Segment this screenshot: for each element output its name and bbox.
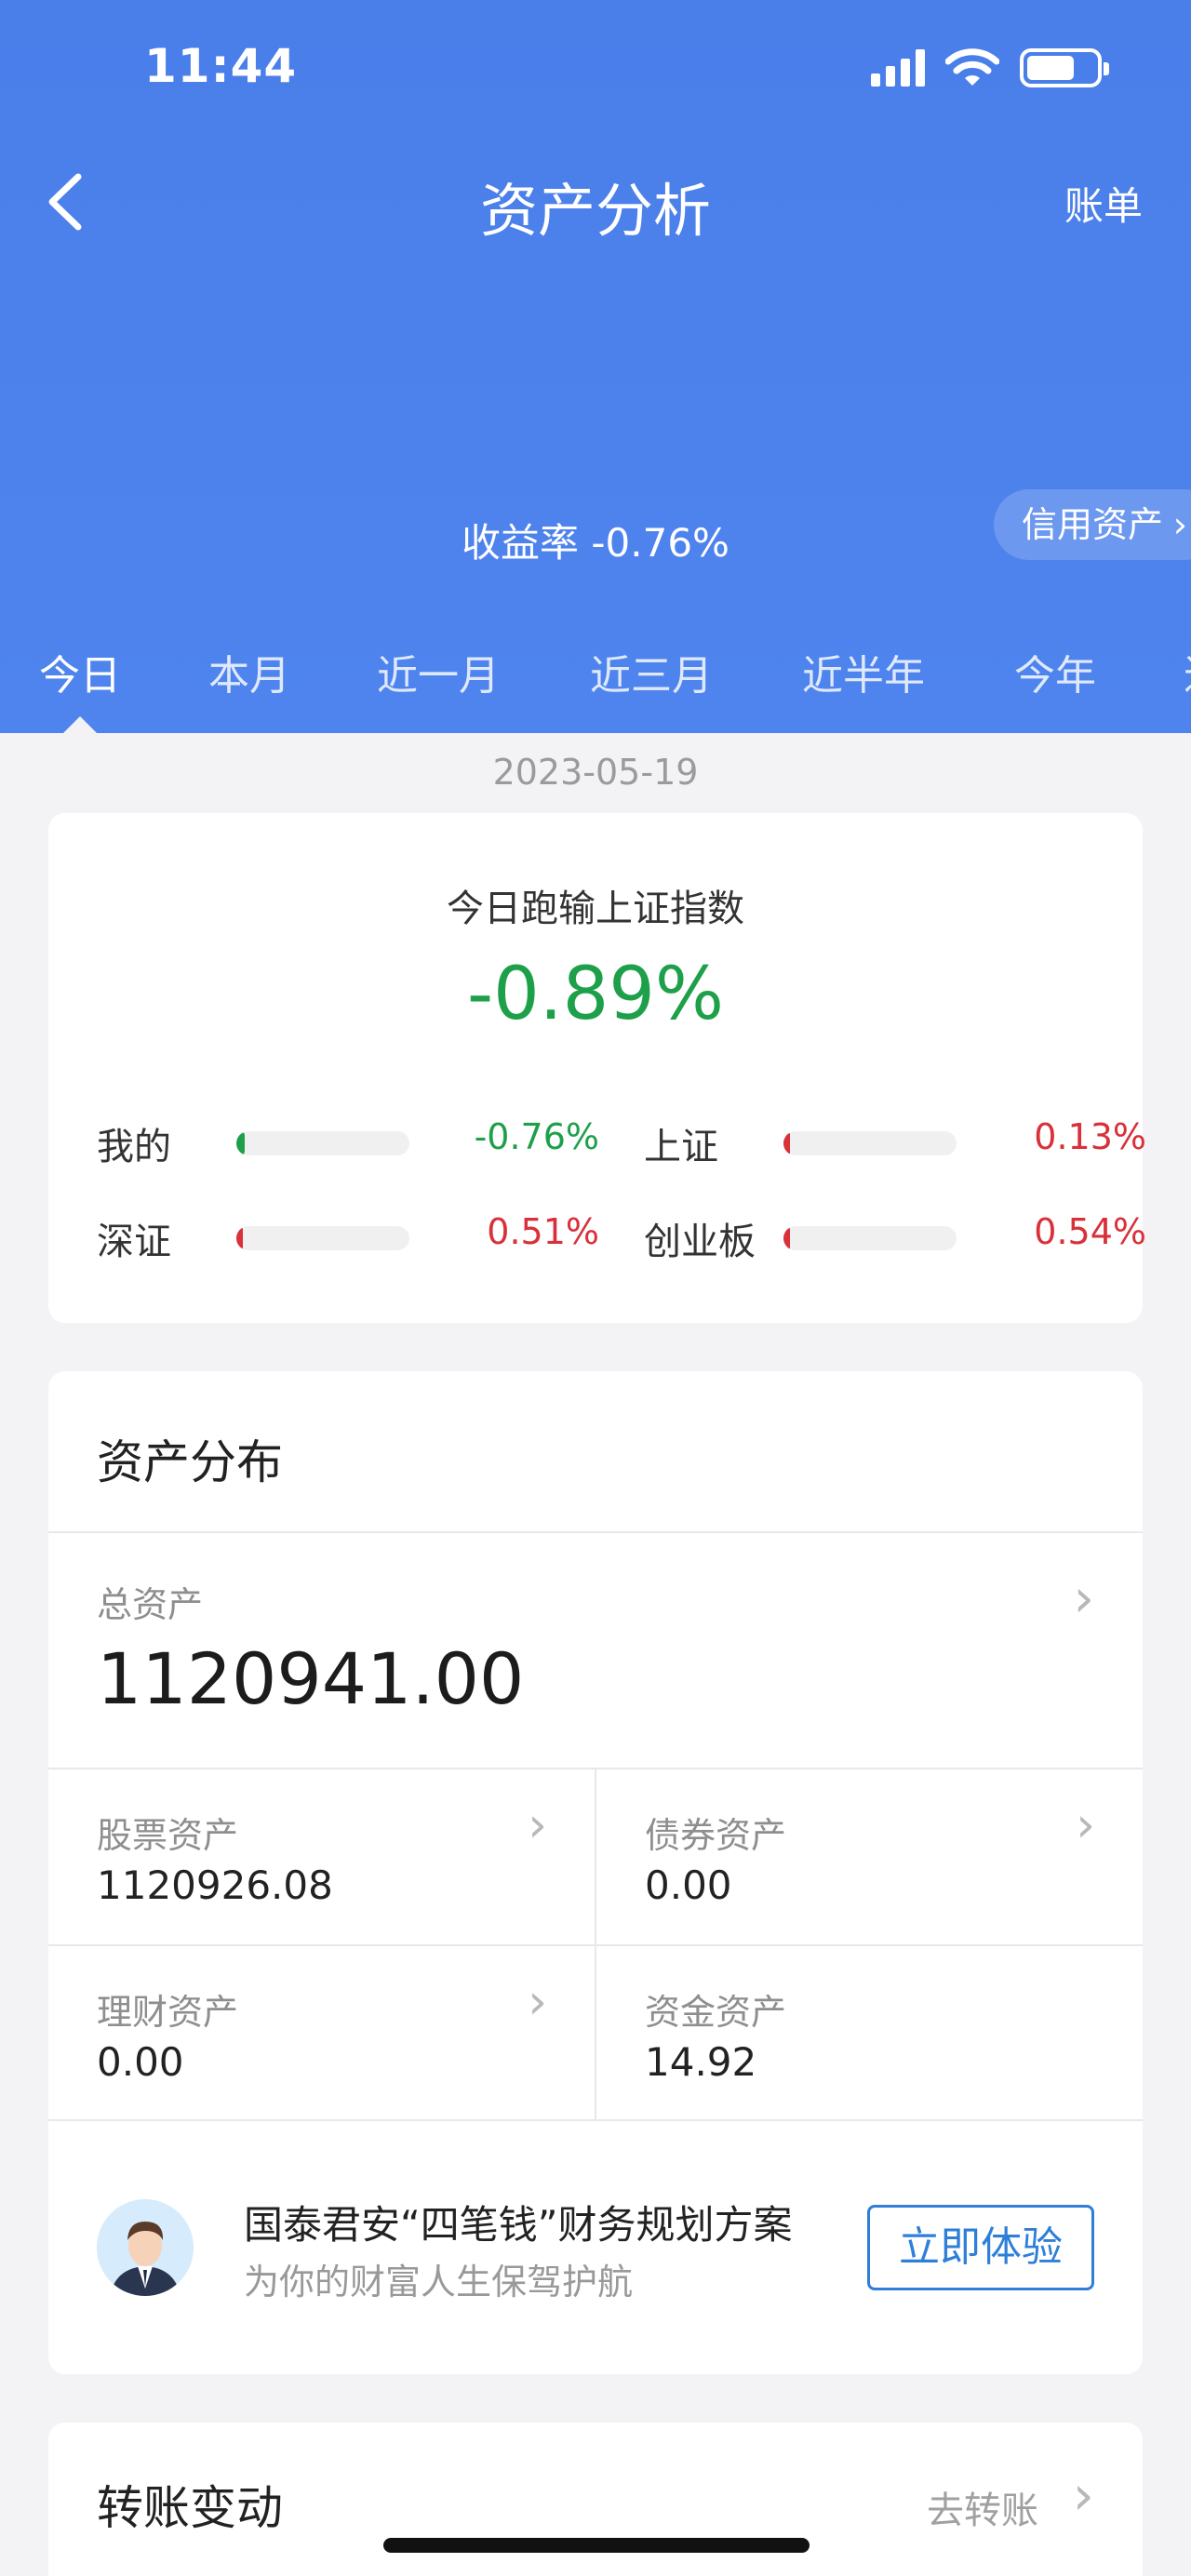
- transfer-changes-title: 转账变动: [97, 2481, 283, 2535]
- promo-title: 国泰君安“四笔钱”财务规划方案: [244, 2202, 793, 2248]
- tab-more-partial[interactable]: 近: [1184, 642, 1191, 701]
- divider-vertical: [595, 1769, 596, 2119]
- advisor-avatar: [97, 2199, 194, 2296]
- bond-assets-value: 0.00: [645, 1862, 732, 1908]
- stock-assets-value: 1120926.08: [97, 1862, 333, 1908]
- cash-assets-value: 14.92: [645, 2039, 757, 2085]
- chevron-right-icon: ›: [1076, 1797, 1095, 1853]
- index-row-chinext: 创业板 0.54%: [644, 1211, 1146, 1263]
- battery-icon: [1020, 48, 1109, 87]
- stock-assets-label: 股票资产: [97, 1815, 239, 1856]
- tab-last-half-year[interactable]: 近半年: [802, 642, 925, 701]
- comparison-title: 今日跑输上证指数: [447, 888, 744, 930]
- home-indicator: [383, 2538, 810, 2553]
- index-bar: [783, 1226, 957, 1250]
- go-transfer-link[interactable]: 去转账: [927, 2480, 1038, 2534]
- index-row-shenzhen: 深证 0.51%: [97, 1211, 599, 1263]
- tab-last-three-months[interactable]: 近三月: [590, 642, 713, 701]
- wealth-mgmt-assets-value: 0.00: [97, 2039, 184, 2085]
- promo-subtitle: 为你的财富人生保驾护航: [244, 2262, 634, 2302]
- cellular-signal-icon: [871, 49, 925, 87]
- index-value: 0.51%: [487, 1211, 599, 1252]
- index-value: -0.76%: [474, 1116, 599, 1157]
- index-label: 深证: [97, 1221, 171, 1263]
- stock-assets-cell[interactable]: 股票资产 1120926.08 ›: [48, 1769, 596, 1944]
- credit-assets-label: 信用资产: [1021, 504, 1163, 545]
- index-comparison-card: 今日跑输上证指数 -0.89% 我的 -0.76% 上证 0.13% 深证 0.…: [48, 813, 1146, 1323]
- wealth-mgmt-assets-cell[interactable]: 理财资产 0.00 ›: [48, 1946, 596, 2121]
- chevron-right-icon: ›: [1073, 1568, 1094, 1629]
- wealth-mgmt-assets-label: 理财资产: [97, 1992, 239, 2033]
- total-assets-row[interactable]: 总资产 1120941.00 ›: [48, 1533, 1143, 1768]
- status-time: 11:44: [144, 39, 298, 93]
- total-assets-label: 总资产: [97, 1584, 204, 1625]
- wifi-icon: [945, 48, 999, 86]
- index-value: 0.13%: [1034, 1116, 1146, 1157]
- asset-distribution-title: 资产分布: [97, 1435, 283, 1489]
- index-label: 上证: [644, 1126, 718, 1168]
- index-label: 我的: [97, 1126, 171, 1168]
- page-title: 资产分析: [479, 177, 711, 245]
- status-icons: [871, 48, 1109, 87]
- bond-assets-cell[interactable]: 债券资产 0.00 ›: [596, 1769, 1144, 1944]
- index-row-shanghai: 上证 0.13%: [644, 1116, 1146, 1168]
- advisor-avatar-illustration: [97, 2199, 194, 2296]
- index-bar: [236, 1131, 409, 1155]
- index-row-mine: 我的 -0.76%: [97, 1116, 599, 1168]
- active-tab-indicator: [63, 716, 97, 733]
- cash-assets-label: 资金资产: [645, 1992, 787, 2033]
- credit-assets-button[interactable]: 信用资产 ›: [993, 489, 1191, 560]
- tab-today[interactable]: 今日: [39, 642, 121, 701]
- chevron-right-icon: ›: [528, 1974, 547, 2030]
- comparison-value: -0.89%: [467, 953, 724, 1036]
- index-bar: [236, 1226, 409, 1250]
- divider: [48, 2119, 1143, 2121]
- asset-distribution-card: 资产分布 总资产 1120941.00 › 股票资产 1120926.08 › …: [48, 1371, 1143, 2374]
- period-tabs: 今日 本月 近一月 近三月 近半年 今年 近: [0, 642, 1191, 733]
- tab-this-month[interactable]: 本月: [208, 642, 290, 701]
- date-label: 2023-05-19: [492, 752, 699, 793]
- status-bar: 11:44: [0, 0, 1191, 140]
- tab-last-month[interactable]: 近一月: [377, 642, 500, 701]
- transfer-changes-card: 转账变动 去转账 ›: [48, 2423, 1143, 2576]
- bill-link[interactable]: 账单: [1064, 175, 1143, 232]
- chevron-right-icon: ›: [1172, 504, 1187, 545]
- index-label: 创业板: [644, 1221, 756, 1263]
- index-value: 0.54%: [1034, 1211, 1146, 1252]
- bond-assets-label: 债券资产: [645, 1815, 787, 1856]
- total-assets-value: 1120941.00: [97, 1637, 525, 1720]
- cash-assets-cell: 资金资产 14.92: [596, 1946, 1144, 2121]
- try-now-button[interactable]: 立即体验: [867, 2205, 1094, 2290]
- index-bar: [783, 1131, 957, 1155]
- tab-this-year[interactable]: 今年: [1014, 642, 1096, 701]
- chevron-right-icon: ›: [528, 1797, 547, 1853]
- chevron-right-icon: ›: [1072, 2463, 1094, 2527]
